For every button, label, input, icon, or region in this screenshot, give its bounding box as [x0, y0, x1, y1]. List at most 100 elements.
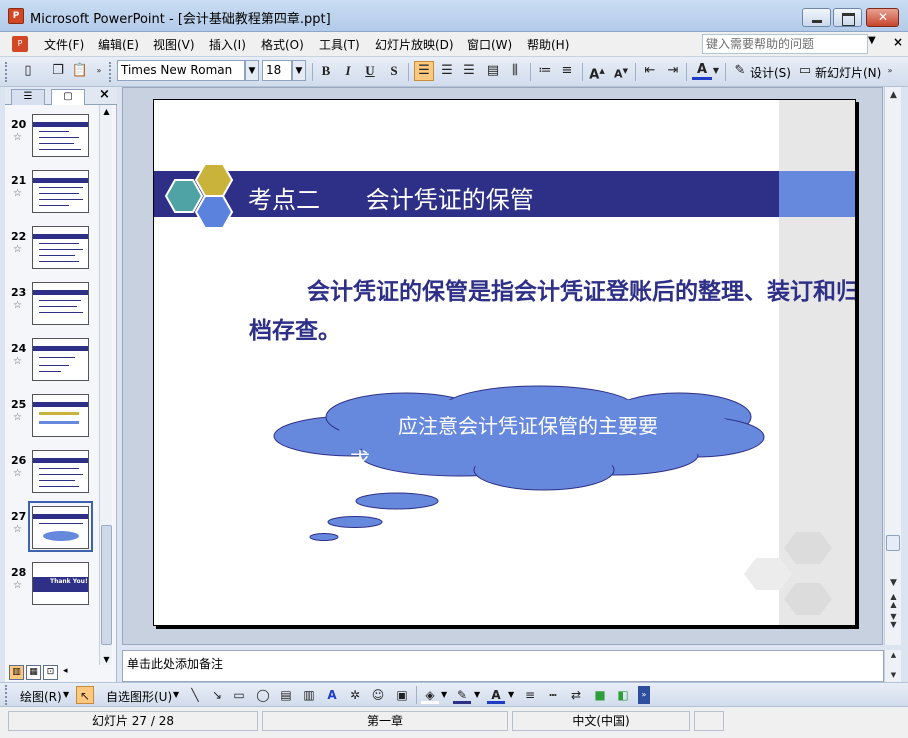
next-slide-icon[interactable]: ▼ ▼	[885, 613, 902, 629]
scroll-thumb[interactable]	[101, 525, 112, 645]
new-slide-icon[interactable]: ▭	[795, 61, 815, 81]
document-icon[interactable]: P	[12, 36, 28, 52]
font-name-combo[interactable]: Times New Roman	[117, 60, 245, 81]
menu-slideshow[interactable]: 幻灯片放映(D)	[375, 36, 454, 53]
scroll-down-icon[interactable]: ▼	[885, 575, 902, 591]
scroll-down-icon[interactable]: ▼	[885, 670, 902, 680]
rectangle-icon[interactable]: ▭	[230, 686, 248, 704]
scroll-thumb[interactable]	[886, 535, 900, 551]
minimize-button[interactable]	[802, 8, 831, 27]
menu-window[interactable]: 窗口(W)	[467, 36, 512, 53]
fill-color-icon[interactable]: ◈	[421, 686, 439, 704]
slide-thumbnail[interactable]	[32, 282, 89, 325]
slide-thumbnail[interactable]	[32, 394, 89, 437]
slide-thumbnail[interactable]	[32, 170, 89, 213]
grow-font-icon[interactable]: A▲	[587, 61, 607, 82]
chevron-down-icon[interactable]: ▼	[508, 690, 514, 699]
shrink-font-icon[interactable]: A▼	[611, 61, 631, 81]
scroll-up-icon[interactable]: ▲	[885, 650, 902, 660]
powerpoint-app-icon[interactable]: P	[8, 8, 24, 24]
arrow-icon[interactable]: ↘	[208, 686, 226, 704]
line-color-icon[interactable]: ✎	[453, 686, 471, 704]
copy-icon[interactable]: ❐	[48, 61, 68, 81]
slide-title[interactable]: 考点二 会计凭证的保管	[248, 180, 534, 215]
menu-view[interactable]: 视图(V)	[153, 36, 195, 53]
autoshapes-button[interactable]: 自选图形(U)	[106, 688, 172, 705]
chevron-down-icon[interactable]: ▼	[474, 690, 480, 699]
maximize-button[interactable]	[833, 8, 862, 27]
font-size-combo[interactable]: 18	[262, 60, 292, 81]
shadow-style-icon[interactable]: ■	[591, 686, 609, 704]
menu-file[interactable]: 文件(F)	[44, 36, 84, 53]
increase-indent-icon[interactable]: ⇥	[663, 61, 683, 81]
slide-scrollbar[interactable]: ▲ ▼ ▲ ▲ ▼ ▼	[884, 87, 901, 645]
dash-style-icon[interactable]: ┅	[544, 686, 562, 704]
close-button[interactable]	[866, 8, 899, 27]
oval-icon[interactable]: ◯	[254, 686, 272, 704]
slide-sorter-view-icon[interactable]: ▦	[26, 665, 41, 680]
clipart-icon[interactable]: ☺	[369, 686, 387, 704]
select-pointer-icon[interactable]: ↖	[76, 686, 94, 704]
scroll-left-icon[interactable]: ◂	[63, 666, 68, 676]
decrease-indent-icon[interactable]: ⇤	[640, 61, 660, 81]
vertical-textbox-icon[interactable]: ▥	[300, 686, 318, 704]
help-dropdown-icon[interactable]: ▼	[868, 35, 876, 46]
3d-style-icon[interactable]: ◧	[614, 686, 632, 704]
previous-slide-icon[interactable]: ▲ ▲	[885, 593, 902, 609]
justify-icon[interactable]: ▤	[483, 61, 503, 81]
bullets-icon[interactable]: ≡	[557, 61, 577, 81]
notes-scrollbar[interactable]: ▲ ▼	[884, 650, 901, 682]
cloud-callout-text[interactable]: 应注意会计凭证保管的主要要求	[350, 409, 670, 477]
draw-menu-button[interactable]: 绘图(R)	[20, 688, 62, 705]
slideshow-view-icon[interactable]: ⊡	[43, 665, 58, 680]
slide-thumbnail[interactable]	[32, 114, 89, 157]
font-color-icon[interactable]: A	[692, 61, 712, 80]
document-close-icon[interactable]: ×	[893, 35, 903, 49]
toolbar-options-icon[interactable]: »	[638, 686, 650, 704]
chevron-down-icon[interactable]: ▼	[441, 690, 447, 699]
scroll-down-icon[interactable]: ▼	[100, 655, 113, 664]
toolbar-grip[interactable]	[5, 685, 8, 705]
tab-outline[interactable]: ☰	[11, 89, 45, 105]
toolbar-options-icon[interactable]: »	[885, 61, 895, 81]
align-left-icon[interactable]: ☰	[414, 61, 434, 81]
paste-icon[interactable]: 📋	[70, 61, 90, 81]
menu-help[interactable]: 帮助(H)	[527, 36, 569, 53]
close-icon[interactable]: ×	[99, 87, 110, 102]
picture-icon[interactable]: ▣	[393, 686, 411, 704]
slide-thumbnail[interactable]: Thank You!	[32, 562, 89, 605]
chevron-down-icon[interactable]: ▼	[292, 60, 306, 81]
chevron-down-icon[interactable]: ▼	[711, 61, 721, 81]
toolbar-grip[interactable]	[5, 62, 8, 82]
slide-canvas[interactable]: 考点二 会计凭证的保管 会计凭证的保管是指会计凭证登账后的整理、装订和归档存查。…	[153, 99, 856, 626]
new-icon[interactable]: ▯	[18, 61, 38, 81]
italic-icon[interactable]: I	[338, 61, 358, 81]
chevron-down-icon[interactable]: ▼	[245, 60, 259, 81]
underline-icon[interactable]: U	[360, 61, 380, 81]
scroll-up-icon[interactable]: ▲	[885, 87, 902, 103]
chevron-down-icon[interactable]: ▼	[173, 690, 179, 699]
align-center-icon[interactable]: ☰	[437, 61, 457, 81]
notes-placeholder[interactable]: 单击此处添加备注	[127, 655, 223, 672]
design-icon[interactable]: ✎	[730, 61, 750, 81]
toolbar-options-icon[interactable]: »	[94, 61, 104, 81]
design-button[interactable]: 设计(S)	[750, 64, 791, 81]
menu-format[interactable]: 格式(O)	[261, 36, 304, 53]
slide-thumbnail[interactable]	[32, 226, 89, 269]
line-icon[interactable]: ╲	[186, 686, 204, 704]
font-color-icon[interactable]: A	[487, 686, 505, 704]
menu-edit[interactable]: 编辑(E)	[98, 36, 139, 53]
diagram-icon[interactable]: ✲	[346, 686, 364, 704]
notes-pane[interactable]: 单击此处添加备注	[122, 650, 884, 682]
slides-panel-scrollbar[interactable]: ▲ ▼	[99, 105, 112, 665]
tab-slides[interactable]: ▢	[51, 89, 85, 105]
toolbar-grip[interactable]	[109, 62, 112, 82]
normal-view-icon[interactable]: ▥	[9, 665, 24, 680]
slide-thumbnail[interactable]	[32, 338, 89, 381]
help-search-input[interactable]: 键入需要帮助的问题	[702, 34, 868, 54]
chevron-down-icon[interactable]: ▼	[63, 690, 69, 699]
align-right-icon[interactable]: ☰	[459, 61, 479, 81]
bold-icon[interactable]: B	[316, 61, 336, 81]
line-style-icon[interactable]: ≡	[521, 686, 539, 704]
menu-insert[interactable]: 插入(I)	[209, 36, 246, 53]
